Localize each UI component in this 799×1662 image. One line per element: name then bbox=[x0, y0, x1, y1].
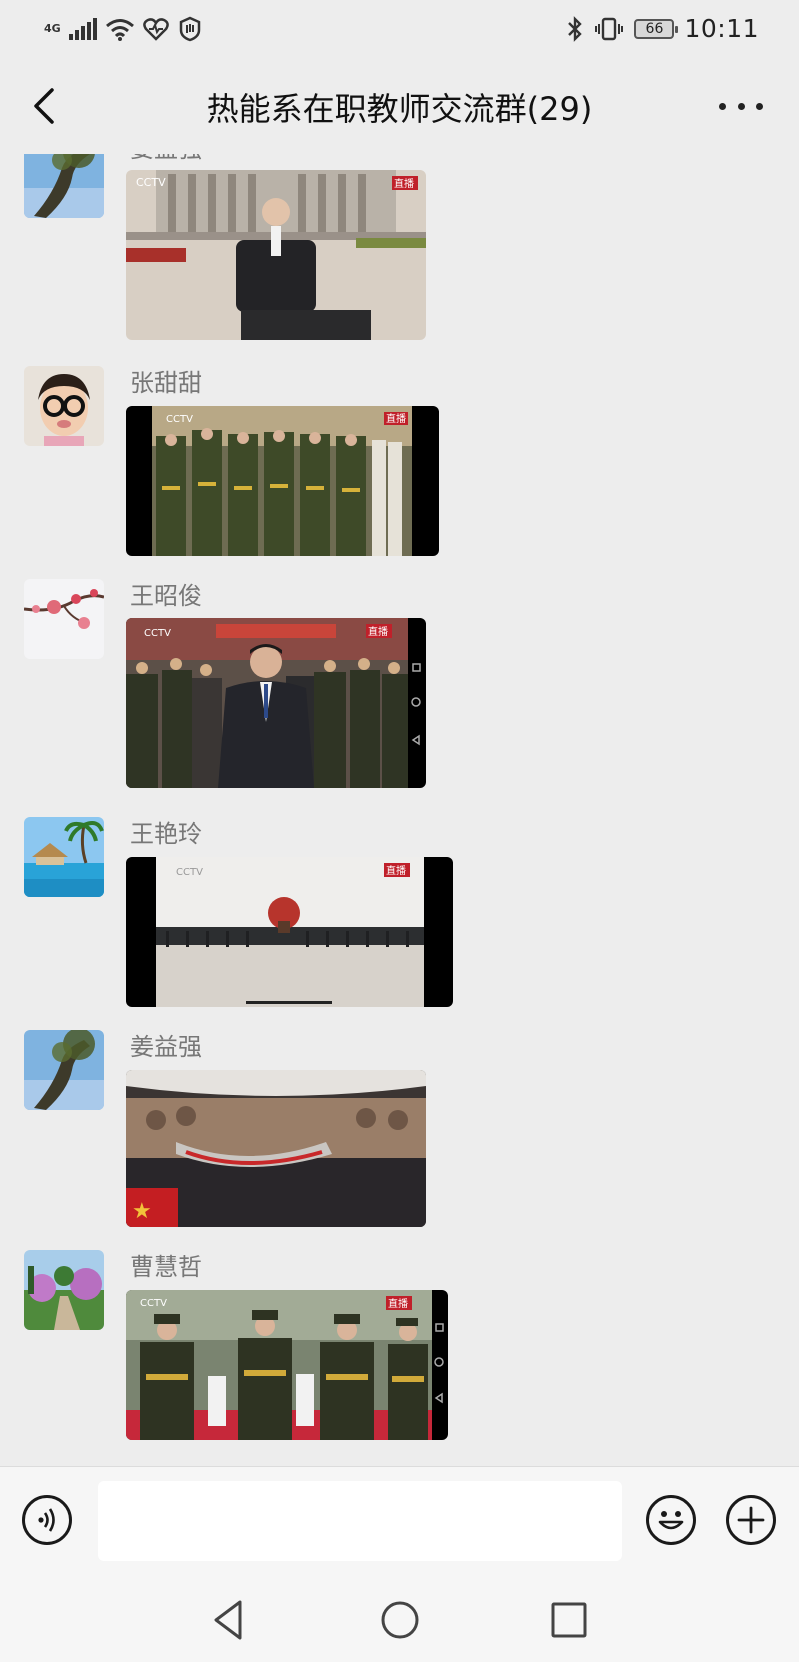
plum-blossom-avatar-image bbox=[24, 579, 104, 659]
avatar[interactable] bbox=[24, 1250, 104, 1330]
avatar[interactable] bbox=[24, 579, 104, 659]
more-button[interactable] bbox=[719, 86, 763, 126]
battery-icon: 66 bbox=[634, 18, 679, 39]
nav-recents-button[interactable] bbox=[545, 1596, 593, 1644]
nav-recents-icon bbox=[551, 1602, 587, 1638]
emoji-icon bbox=[658, 1511, 684, 1530]
live-badge: 直播 bbox=[386, 864, 406, 877]
clock: 10:11 bbox=[684, 14, 759, 43]
video-thumbnail: CCTV 直播 bbox=[126, 170, 426, 340]
channel-logo: CCTV bbox=[166, 414, 193, 425]
plus-icon bbox=[737, 1506, 765, 1534]
channel-logo: CCTV bbox=[144, 628, 171, 639]
sender-name: 王艳玲 bbox=[130, 820, 202, 848]
tree-sky-avatar-image bbox=[24, 154, 104, 218]
video-thumbnail: CCTV 直播 bbox=[126, 857, 453, 1007]
message-list[interactable]: 姜益强 CCTV 直播 bbox=[0, 154, 799, 1466]
status-right: 66 10:11 bbox=[566, 14, 759, 43]
message-input[interactable] bbox=[98, 1481, 622, 1561]
status-left: 4G bbox=[44, 16, 203, 42]
signal-icon bbox=[68, 18, 97, 40]
video-message[interactable]: ★ bbox=[126, 1070, 426, 1227]
child-glasses-avatar-image bbox=[24, 366, 104, 446]
nav-back-button[interactable] bbox=[206, 1596, 254, 1644]
video-thumbnail: CCTV 直播 bbox=[126, 1290, 448, 1440]
beach-pool-avatar-image bbox=[24, 817, 104, 897]
bluetooth-icon bbox=[568, 15, 583, 42]
channel-logo: CCTV bbox=[140, 1298, 167, 1309]
video-message[interactable]: CCTV 直播 bbox=[126, 618, 426, 788]
video-message[interactable]: CCTV 直播 bbox=[126, 1290, 448, 1440]
video-message[interactable]: CCTV 直播 bbox=[126, 406, 439, 556]
live-badge: 直播 bbox=[386, 412, 406, 425]
avatar[interactable] bbox=[24, 366, 104, 446]
live-badge: 直播 bbox=[388, 1297, 408, 1310]
back-button[interactable] bbox=[26, 86, 66, 126]
tree-sky-avatar-image bbox=[24, 1030, 104, 1110]
hand-badge-icon bbox=[179, 16, 200, 42]
back-arrow-icon bbox=[34, 88, 54, 124]
input-bar bbox=[0, 1466, 799, 1583]
more-dots-icon bbox=[719, 102, 726, 110]
nav-home-icon bbox=[381, 1601, 419, 1639]
voice-button[interactable] bbox=[22, 1495, 72, 1545]
voice-icon bbox=[38, 1508, 55, 1532]
avatar[interactable] bbox=[24, 1030, 104, 1110]
garden-path-avatar-image bbox=[24, 1250, 104, 1330]
status-bar: 4G 66 10:11 bbox=[0, 0, 799, 58]
channel-logo: CCTV bbox=[136, 176, 166, 189]
health-heart-icon bbox=[142, 18, 169, 41]
sender-name: 姜益强 bbox=[130, 154, 202, 164]
chat-title: 热能系在职教师交流群(29) bbox=[206, 90, 593, 128]
video-message[interactable]: CCTV 直播 bbox=[126, 170, 426, 340]
video-message[interactable]: CCTV 直播 bbox=[126, 857, 453, 1007]
network-type: 4G bbox=[44, 22, 61, 35]
nav-home-button[interactable] bbox=[376, 1596, 424, 1644]
avatar[interactable] bbox=[24, 817, 104, 897]
emoji-button[interactable] bbox=[646, 1495, 696, 1545]
system-nav-bar bbox=[0, 1582, 799, 1662]
more-functions-button[interactable] bbox=[726, 1495, 776, 1545]
video-thumbnail: CCTV 直播 bbox=[126, 406, 439, 556]
video-thumbnail: CCTV 直播 bbox=[126, 618, 426, 788]
battery-level: 66 bbox=[645, 20, 664, 37]
live-badge: 直播 bbox=[394, 177, 414, 190]
live-badge: 直播 bbox=[368, 625, 388, 638]
more-dot bbox=[737, 102, 745, 110]
sender-name: 姜益强 bbox=[130, 1033, 202, 1061]
nav-back-icon bbox=[214, 1600, 242, 1640]
channel-logo: CCTV bbox=[176, 867, 203, 878]
more-dot bbox=[756, 102, 763, 110]
wifi-icon bbox=[105, 19, 134, 41]
sender-name: 张甜甜 bbox=[130, 369, 202, 397]
sender-name: 曹慧哲 bbox=[130, 1253, 202, 1281]
vibrate-icon bbox=[595, 17, 624, 40]
star-glyph: ★ bbox=[132, 1199, 152, 1224]
video-thumbnail: ★ bbox=[126, 1070, 426, 1227]
sender-name: 王昭俊 bbox=[130, 582, 202, 610]
avatar[interactable] bbox=[24, 154, 104, 218]
chat-header: 热能系在职教师交流群(29) bbox=[0, 58, 799, 154]
